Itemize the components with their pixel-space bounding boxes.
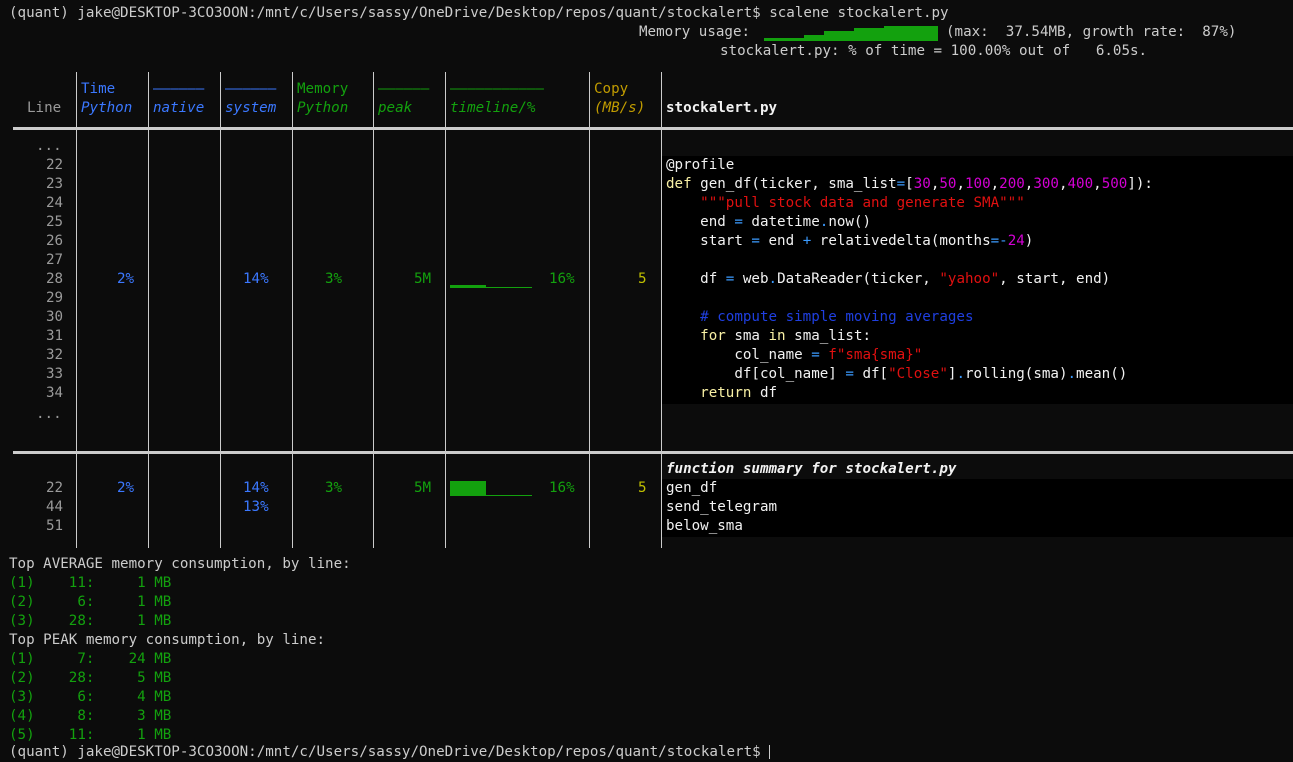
- line-number: ...: [36, 406, 62, 422]
- shell-command: scalene stockalert.py: [769, 5, 949, 21]
- summary-copy: 5: [638, 480, 647, 496]
- code-line-23: def gen_df(ticker, sma_list=[30,50,100,2…: [666, 176, 1153, 192]
- line-number: ...: [36, 138, 62, 154]
- code-line-32: col_name = f"sma{sma}": [666, 347, 923, 363]
- code-line-33: df[col_name] = df["Close"].rolling(sma).…: [666, 366, 1128, 382]
- header-system: system: [225, 100, 277, 116]
- header-copy-mbs: (MB/s): [594, 100, 646, 116]
- line-number: 28: [46, 271, 64, 287]
- line-number: 27: [46, 252, 64, 268]
- header-line: Line: [27, 100, 62, 116]
- column-divider: [589, 72, 590, 548]
- text-cursor: [769, 745, 771, 759]
- function-summary-title: function summary for stockalert.py: [666, 461, 957, 477]
- header-timeline: timeline/%: [450, 100, 536, 116]
- line-number: 26: [46, 233, 64, 249]
- header-copy: Copy: [594, 81, 629, 97]
- column-divider: [76, 72, 77, 548]
- line-number: 33: [46, 366, 64, 382]
- line28-peak: 5M: [414, 271, 432, 287]
- summary-rule: [13, 451, 1293, 454]
- shell-prompt: (quant) jake@DESKTOP-3CO3OON:/mnt/c/User…: [9, 5, 949, 21]
- header-peak: peak: [378, 100, 413, 116]
- column-divider: [148, 72, 149, 548]
- code-line-26: start = end + relativedelta(months=-24): [666, 233, 1034, 249]
- line28-time-python: 2%: [117, 271, 135, 287]
- line-number: 25: [46, 214, 64, 230]
- line28-timeline-pct: 16%: [549, 271, 575, 287]
- header-memory-python: Python: [297, 100, 349, 116]
- line-number: 31: [46, 328, 64, 344]
- line-number: 22: [46, 157, 64, 173]
- top-average-row: (2) 6: 1 MB: [9, 594, 172, 610]
- line28-timeline-sparkline: [450, 285, 532, 288]
- code-line-24: """pull stock data and generate SMA""": [666, 195, 1025, 211]
- top-peak-row: (3) 6: 4 MB: [9, 689, 172, 705]
- summary-timeline-pct: 16%: [549, 480, 575, 496]
- summary-peak: 5M: [414, 480, 432, 496]
- memory-usage-sparkline: [764, 26, 938, 41]
- top-average-row: (3) 28: 1 MB: [9, 613, 172, 629]
- top-peak-row: (4) 8: 3 MB: [9, 708, 172, 724]
- summary-line-number: 44: [46, 499, 64, 515]
- line-number: 32: [46, 347, 64, 363]
- memory-usage-stats: (max: 37.54MB, growth rate: 87%): [946, 24, 1237, 40]
- header-time-python: Python: [81, 100, 133, 116]
- code-line-22: @profile: [666, 157, 735, 173]
- column-divider: [373, 72, 374, 548]
- line28-memory-python: 3%: [325, 271, 343, 287]
- header-native: native: [153, 100, 205, 116]
- column-divider: [445, 72, 446, 548]
- summary-function-name: below_sma: [666, 518, 743, 534]
- summary-timeline-sparkline: [450, 481, 532, 496]
- code-line-28: df = web.DataReader(ticker, "yahoo", sta…: [666, 271, 1111, 287]
- header-native-dash: ––––––: [153, 81, 205, 97]
- summary-line-number: 22: [46, 480, 64, 496]
- top-peak-title: Top PEAK memory consumption, by line:: [9, 632, 326, 648]
- code-line-31: for sma in sma_list:: [666, 328, 872, 344]
- summary-system: 13%: [243, 499, 269, 515]
- top-average-row: (1) 11: 1 MB: [9, 575, 172, 591]
- code-line-25: end = datetime.now(): [666, 214, 872, 230]
- line-number: 34: [46, 385, 64, 401]
- code-line-34: return df: [666, 385, 778, 401]
- header-timeline-dash: –––––––––––: [450, 81, 544, 97]
- column-divider: [220, 72, 221, 548]
- line-number: 29: [46, 290, 64, 306]
- header-memory: Memory: [297, 81, 349, 97]
- memory-usage-label: Memory usage:: [639, 24, 751, 40]
- header-system-dash: ––––––: [225, 81, 277, 97]
- code-line-30: # compute simple moving averages: [666, 309, 974, 325]
- line28-copy: 5: [638, 271, 647, 287]
- summary-function-name: send_telegram: [666, 499, 778, 515]
- top-average-title: Top AVERAGE memory consumption, by line:: [9, 556, 351, 572]
- summary-memory-python: 3%: [325, 480, 343, 496]
- line-number: 23: [46, 176, 64, 192]
- line-number: 30: [46, 309, 64, 325]
- top-peak-row: (1) 7: 24 MB: [9, 651, 172, 667]
- summary-time-python: 2%: [117, 480, 135, 496]
- summary-line-number: 51: [46, 518, 64, 534]
- header-rule: [13, 127, 1293, 130]
- time-summary: stockalert.py: % of time = 100.00% out o…: [720, 43, 1148, 59]
- header-time: Time: [81, 81, 116, 97]
- line-number: 24: [46, 195, 64, 211]
- line28-system: 14%: [243, 271, 269, 287]
- column-divider: [292, 72, 293, 548]
- summary-system: 14%: [243, 480, 269, 496]
- summary-function-name: gen_df: [666, 480, 718, 496]
- top-peak-row: (2) 28: 5 MB: [9, 670, 172, 686]
- header-peak-dash: ––––––: [378, 81, 430, 97]
- header-file: stockalert.py: [666, 100, 778, 116]
